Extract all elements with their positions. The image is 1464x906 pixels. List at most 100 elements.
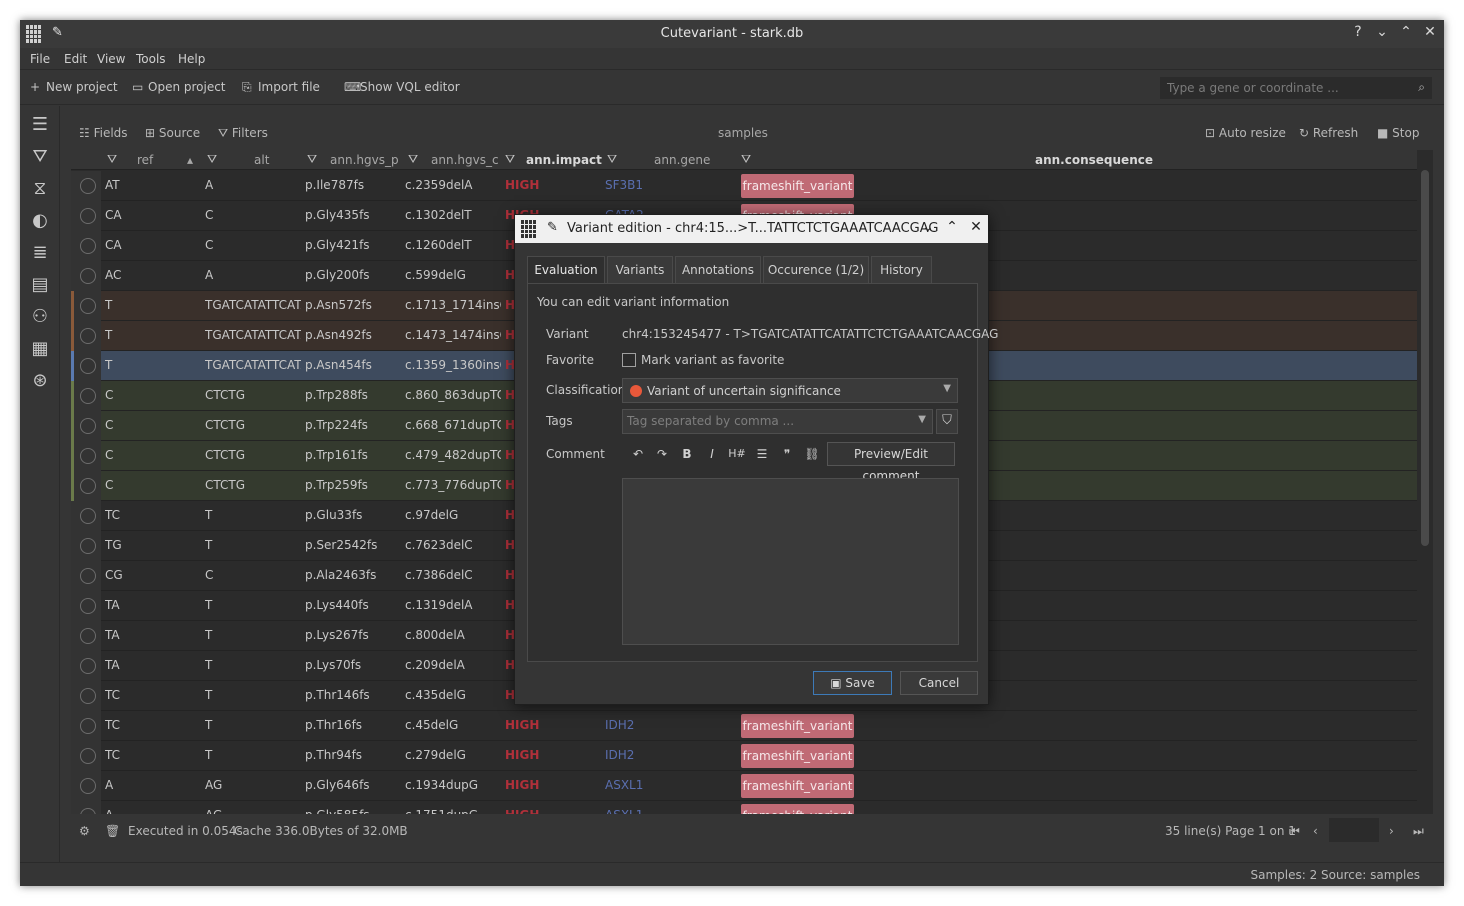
favorite-toggle[interactable] [80,418,96,434]
tab-history[interactable]: History [871,256,932,283]
menu-help[interactable]: Help [178,52,205,66]
column-filter-icon[interactable]: ⛛ [505,152,515,167]
column-header[interactable]: ann.hgvs_p [330,153,399,167]
tag-icon[interactable]: ⛉ [936,409,958,434]
tab-occurence[interactable]: Occurence (1/2) [763,256,869,283]
column-header[interactable]: ann.impact [526,153,602,167]
column-header[interactable]: ann.gene [654,153,710,167]
favorite-toggle[interactable] [80,778,96,794]
tab-evaluation[interactable]: Evaluation [527,256,605,283]
cancel-button[interactable]: Cancel [900,671,978,695]
contrast-icon[interactable]: ◐ [29,210,51,232]
favorite-toggle[interactable] [80,568,96,584]
close-icon[interactable]: ✕ [1420,24,1440,44]
column-filter-icon[interactable]: ⛛ [408,152,418,167]
stop-button[interactable]: ■ Stop [1377,126,1419,140]
vertical-scrollbar[interactable] [1417,150,1433,814]
favorite-toggle[interactable] [80,238,96,254]
import-file-button[interactable]: ⎘ Import file [242,80,320,95]
preview-edit-comment-button[interactable]: Preview/Edit comment [827,442,955,483]
column-header[interactable]: ann.hgvs_c [431,153,499,167]
menu-view[interactable]: View [97,52,125,66]
bullet-list-icon[interactable]: ☰ [752,444,772,464]
pin-icon[interactable]: ✎ [547,220,558,235]
table-row[interactable]: AT Ap.Ile787fs c.2359delA HIGH SF3B1 frameshi… [71,171,1417,201]
column-header[interactable]: ann.consequence [1035,153,1153,167]
minimize-icon[interactable]: ⌄ [919,219,937,239]
source-button[interactable]: ⊞ Source [145,126,200,140]
column-filter-icon[interactable]: ⛛ [207,152,217,167]
filter-icon[interactable]: ⛛ [29,146,51,168]
column-header[interactable]: alt [254,153,269,167]
plugin-icon[interactable]: ⊛ [29,370,51,392]
favorite-toggle[interactable] [80,268,96,284]
auto-resize-button[interactable]: ⊡ Auto resize [1205,126,1286,140]
table-icon[interactable]: ▦ [29,338,51,360]
menu-file[interactable]: File [30,52,50,66]
favorite-toggle[interactable] [80,298,96,314]
people-icon[interactable]: ⚇ [29,306,51,328]
list-icon[interactable]: ≣ [29,242,51,264]
comment-editor[interactable] [622,478,959,645]
undo-icon[interactable]: ↶ [628,444,648,464]
heading-icon[interactable]: H# [727,444,747,464]
favorite-toggle[interactable] [80,658,96,674]
first-page-icon[interactable]: ⏮ [1289,824,1300,839]
favorite-toggle[interactable] [80,748,96,764]
table-row[interactable]: TC Tp.Thr94fs c.279delG HIGH IDH2 frameshift_… [71,741,1417,771]
favorite-toggle[interactable] [80,538,96,554]
table-row[interactable]: TC Tp.Thr16fs c.45delG HIGH IDH2 frameshift_v… [71,711,1417,741]
next-page-icon[interactable]: › [1389,824,1394,838]
favorite-toggle[interactable] [80,358,96,374]
previous-page-icon[interactable]: ‹ [1313,824,1318,838]
maximize-icon[interactable]: ⌃ [943,219,961,239]
last-page-icon[interactable]: ⏭ [1413,824,1424,839]
favorite-toggle[interactable] [80,598,96,614]
tab-annotations[interactable]: Annotations [675,256,761,283]
column-filter-icon[interactable]: ⛛ [307,152,317,167]
favorite-toggle[interactable] [80,628,96,644]
help-icon[interactable]: ? [1348,24,1368,44]
scrollbar-thumb[interactable] [1421,170,1429,546]
clear-cache-icon[interactable]: 🗑 [105,824,120,838]
favorite-toggle[interactable] [80,508,96,524]
show-vql-editor-button[interactable]: ⌨Show VQL editor [344,80,460,94]
favorite-toggle[interactable] [80,388,96,404]
favorite-toggle[interactable] [80,328,96,344]
link-icon[interactable]: ⛓ [802,444,822,464]
favorite-toggle[interactable] [80,478,96,494]
menu-edit[interactable]: Edit [64,52,87,66]
menu-tools[interactable]: Tools [136,52,166,66]
close-icon[interactable]: ✕ [967,219,985,239]
favorite-toggle[interactable] [80,448,96,464]
italic-icon[interactable]: I [702,444,722,464]
fields-button[interactable]: ☷ Fields [79,126,128,140]
filters-button[interactable]: ⛛ Filters [218,126,268,141]
settings-icon[interactable]: ⚙ [79,824,90,838]
redo-icon[interactable]: ↷ [652,444,672,464]
search-input[interactable]: Type a gene or coordinate ... ⌕ [1160,77,1432,99]
maximize-icon[interactable]: ⌃ [1396,24,1416,44]
notebook-icon[interactable]: ▤ [29,274,51,296]
new-project-button[interactable]: + New project [30,80,118,94]
column-filter-icon[interactable]: ⛛ [741,152,751,167]
favorite-toggle[interactable] [80,178,96,194]
favorite-toggle[interactable] [80,718,96,734]
favorite-toggle[interactable] [80,208,96,224]
favorite-toggle[interactable] [80,688,96,704]
tags-input[interactable]: Tag separated by comma ... ▼ [622,409,933,434]
tab-variants[interactable]: Variants [607,256,673,283]
table-row[interactable]: A AG p.Gly585fs c.1751dupG HIGH ASXL1 frameshi… [71,801,1417,814]
variant-list-icon[interactable]: ☰ [29,114,51,136]
save-button[interactable]: ▣ Save [813,671,892,695]
page-number-input[interactable] [1329,818,1379,842]
search-icon[interactable]: ⌕ [1418,80,1425,95]
classification-select[interactable]: Variant of uncertain significance ▼ [622,378,958,403]
chevron-down-icon[interactable]: ▼ [918,414,926,425]
column-filter-icon[interactable]: ⛛ [607,152,617,167]
column-header[interactable]: ref [137,153,153,167]
minimize-icon[interactable]: ⌄ [1372,24,1392,44]
open-project-button[interactable]: ▭ Open project [132,80,226,94]
quote-icon[interactable]: ❞ [777,444,797,464]
bold-icon[interactable]: B [677,444,697,464]
